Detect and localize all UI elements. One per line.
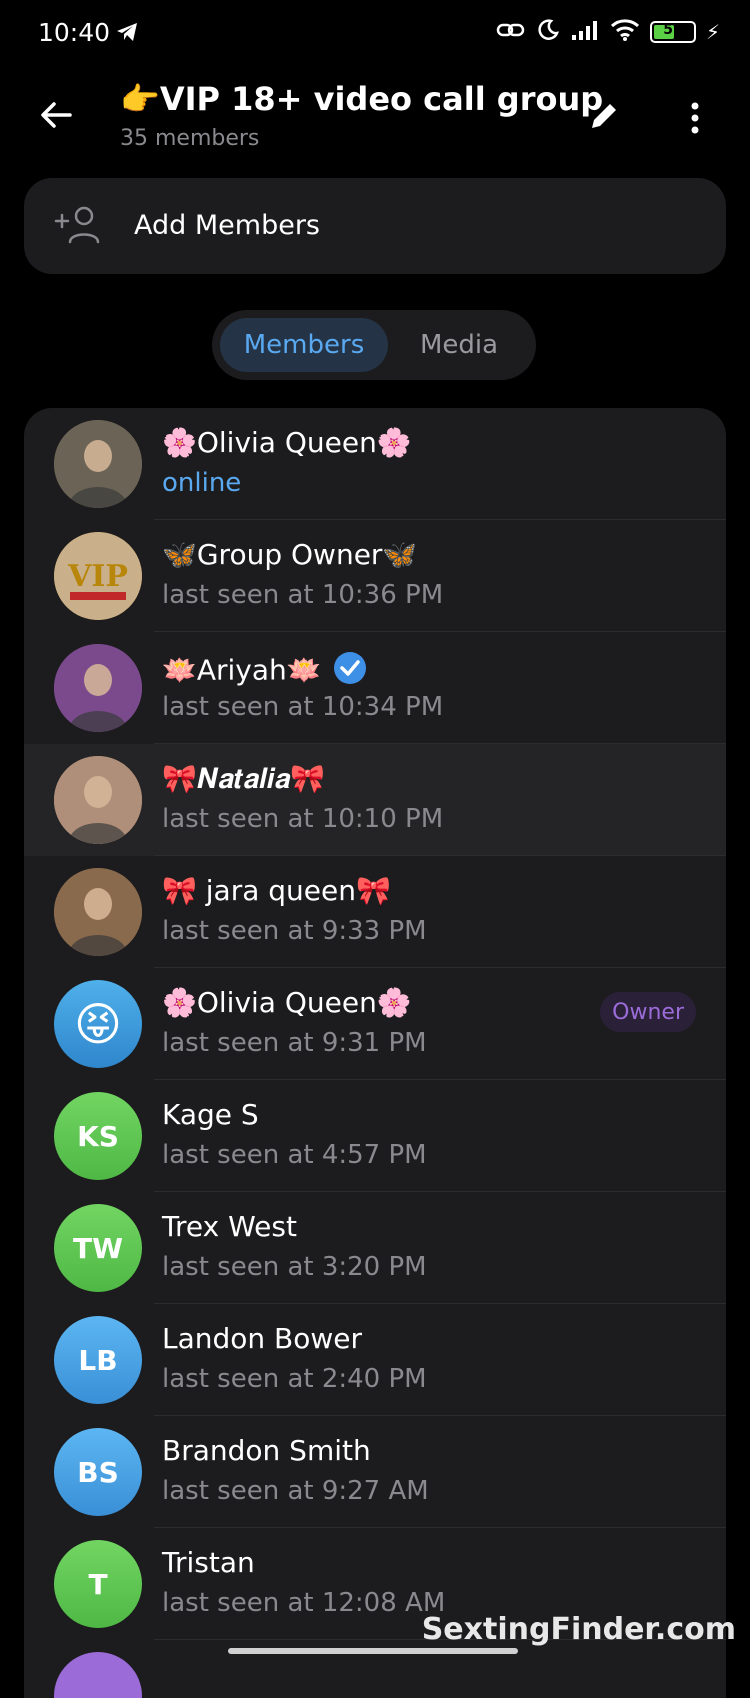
home-indicator[interactable] (228, 1648, 518, 1654)
member-row[interactable]: 🎀𝑵𝒂𝒕𝒂𝒍𝒊𝒂🎀 last seen at 10:10 PM (24, 744, 726, 856)
member-status: last seen at 12:08 AM (162, 1588, 446, 1618)
add-user-icon (54, 204, 104, 252)
member-row[interactable]: LB Landon Bower last seen at 2:40 PM (24, 1304, 726, 1416)
member-name: Trex West (162, 1210, 297, 1243)
add-members-button[interactable]: Add Members (24, 178, 726, 274)
member-status: online (162, 468, 242, 498)
member-row[interactable]: 🌸Olivia Queen🌸 online (24, 408, 726, 520)
avatar (54, 420, 142, 508)
member-status: last seen at 10:34 PM (162, 692, 444, 722)
member-status: last seen at 9:27 AM (162, 1476, 429, 1506)
avatar (54, 868, 142, 956)
member-row[interactable]: 😝 🌸Olivia Queen🌸 last seen at 9:31 PM Owner (24, 968, 726, 1080)
avatar: T (54, 1540, 142, 1628)
chat-header[interactable]: 👉VIP 18+ video call group 35 members (120, 80, 603, 151)
member-row[interactable]: 🎀 jara queen🎀 last seen at 9:33 PM (24, 856, 726, 968)
avatar (54, 1652, 142, 1698)
member-row[interactable]: 🪷Ariyah🪷 last seen at 10:34 PM (24, 632, 726, 744)
member-name: 🪷Ariyah🪷 (162, 650, 368, 693)
arrow-left-icon (41, 102, 72, 128)
page-title: 👉VIP 18+ video call group (120, 80, 604, 118)
avatar (54, 756, 142, 844)
member-name: 🌸Olivia Queen🌸 (162, 426, 412, 459)
member-row[interactable]: VIP 🦋Group Owner🦋 last seen at 10:36 PM (24, 520, 726, 632)
avatar: KS (54, 1092, 142, 1180)
member-row[interactable]: BS Brandon Smith last seen at 9:27 AM (24, 1416, 726, 1528)
member-name: 🦋Group Owner🦋 (162, 538, 418, 571)
role-badge: Owner (600, 992, 696, 1032)
svg-text:VIP: VIP (67, 559, 128, 594)
battery-percent: 52 (663, 22, 683, 38)
more-options-button[interactable] (680, 100, 710, 136)
avatar: TW (54, 1204, 142, 1292)
charging-icon: ⚡ (705, 20, 720, 44)
member-name: Landon Bower (162, 1322, 363, 1355)
member-name: 🎀𝑵𝒂𝒕𝒂𝒍𝒊𝒂🎀 (162, 762, 326, 795)
tab-bar: Members Media (212, 310, 536, 380)
avatar: 😝 (54, 980, 142, 1068)
status-time: 10:40 (38, 18, 111, 47)
member-name: 🌸Olivia Queen🌸 (162, 986, 412, 1019)
member-count: 35 members (120, 126, 260, 151)
member-status: last seen at 2:40 PM (162, 1364, 427, 1394)
kebab-menu-icon (691, 102, 699, 134)
watermark: SextingFinder.com (421, 1612, 736, 1647)
moon-icon (536, 18, 560, 46)
back-button[interactable] (36, 95, 76, 135)
profile-photo (54, 420, 142, 508)
profile-photo (54, 756, 142, 844)
member-list: 🌸Olivia Queen🌸 online VIP 🦋Group Owner🦋 last… (24, 408, 726, 1698)
edit-button[interactable] (586, 98, 622, 134)
telegram-icon (115, 20, 139, 48)
profile-photo (54, 644, 142, 732)
avatar: LB (54, 1316, 142, 1404)
status-icons: 52 ⚡ (496, 18, 720, 46)
link-icon (496, 19, 526, 45)
profile-photo (54, 868, 142, 956)
member-status: last seen at 3:20 PM (162, 1252, 427, 1282)
avatar: BS (54, 1428, 142, 1516)
member-row[interactable]: KS Kage S last seen at 4:57 PM (24, 1080, 726, 1192)
wifi-icon (610, 18, 640, 46)
member-name: Tristan (162, 1546, 255, 1579)
battery-icon: 52 (649, 21, 696, 43)
member-status: last seen at 10:10 PM (162, 804, 444, 834)
member-name: Brandon Smith (162, 1434, 371, 1467)
member-status: last seen at 9:31 PM (162, 1028, 427, 1058)
pencil-icon (592, 104, 616, 128)
signal-icon (570, 19, 600, 45)
vip-logo-icon: VIP (54, 532, 142, 620)
member-name: 🎀 jara queen🎀 (162, 874, 391, 907)
member-status: last seen at 4:57 PM (162, 1140, 427, 1170)
member-row[interactable]: TW Trex West last seen at 3:20 PM (24, 1192, 726, 1304)
tab-members[interactable]: Members (220, 318, 388, 372)
tab-media[interactable]: Media (390, 318, 528, 372)
member-name: Kage S (162, 1098, 259, 1131)
verified-icon (332, 650, 368, 693)
member-status: last seen at 10:36 PM (162, 580, 444, 610)
status-bar: 10:40 52 ⚡ (0, 0, 750, 70)
avatar: VIP (54, 532, 142, 620)
member-status: last seen at 9:33 PM (162, 916, 427, 946)
avatar (54, 644, 142, 732)
add-members-label: Add Members (134, 210, 320, 241)
